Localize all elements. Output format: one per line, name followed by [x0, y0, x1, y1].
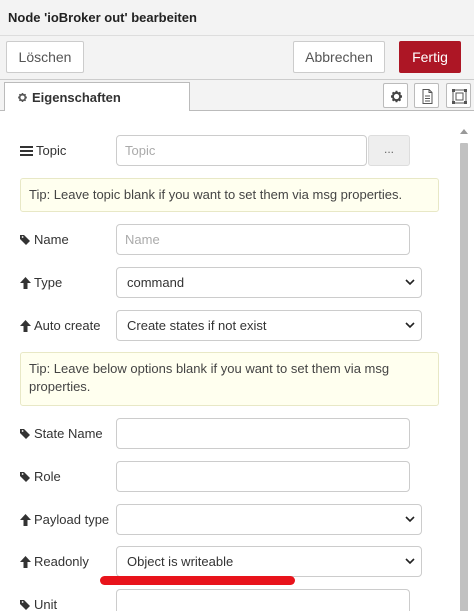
- tag-icon: [20, 472, 30, 482]
- arrow-up-icon: [20, 320, 31, 332]
- scrollbar-thumb[interactable]: [460, 143, 468, 611]
- readonly-select-value: Object is writeable: [127, 554, 234, 569]
- type-select-value: command: [127, 275, 185, 290]
- unit-input[interactable]: [116, 589, 410, 611]
- file-icon: [422, 89, 433, 104]
- state-name-input[interactable]: [116, 418, 410, 449]
- delete-button[interactable]: Löschen: [6, 41, 84, 73]
- gear-icon: [390, 90, 403, 103]
- state-name-label: State Name: [20, 426, 103, 441]
- tasks-icon: [20, 146, 33, 156]
- tab-strip: Eigenschaften: [0, 80, 474, 112]
- readonly-label: Readonly: [20, 554, 89, 569]
- arrow-up-icon: [20, 556, 31, 568]
- description-tab-button[interactable]: [414, 83, 439, 108]
- topic-label: Topic: [20, 143, 66, 158]
- dialog-button-bar: Löschen Abbrechen Fertig: [0, 36, 474, 80]
- name-placeholder: Name: [125, 232, 160, 247]
- state-name-label-text: State Name: [34, 426, 103, 441]
- red-underline-annotation: [100, 576, 295, 585]
- auto-create-label-text: Auto create: [34, 318, 101, 333]
- auto-create-select[interactable]: Create states if not exist: [116, 310, 422, 341]
- auto-create-select-value: Create states if not exist: [127, 318, 267, 333]
- arrow-up-icon: [20, 277, 31, 289]
- auto-create-label: Auto create: [20, 318, 101, 333]
- dialog-titlebar: Node 'ioBroker out' bearbeiten: [0, 0, 474, 36]
- tip-topic: Tip: Leave topic blank if you want to se…: [20, 178, 439, 212]
- settings-tab-button[interactable]: [383, 83, 408, 108]
- payload-type-label: Payload type: [20, 512, 109, 527]
- scroll-up-arrow-icon[interactable]: [460, 129, 468, 134]
- tag-icon: [20, 600, 30, 610]
- topic-expand-button[interactable]: ...: [368, 135, 410, 166]
- tip-options: Tip: Leave below options blank if you wa…: [20, 352, 439, 406]
- topic-placeholder: Topic: [125, 143, 156, 158]
- role-label: Role: [20, 469, 61, 484]
- readonly-select[interactable]: Object is writeable: [116, 546, 422, 577]
- payload-type-select[interactable]: [116, 504, 422, 535]
- tab-properties[interactable]: Eigenschaften: [4, 82, 190, 112]
- dialog-title: Node 'ioBroker out' bearbeiten: [8, 10, 197, 25]
- topic-label-text: Topic: [36, 143, 67, 158]
- unit-label-text: Unit: [34, 597, 58, 611]
- tab-properties-text: Eigenschaften: [32, 90, 121, 105]
- role-input[interactable]: [116, 461, 410, 492]
- name-input[interactable]: Name: [116, 224, 410, 255]
- gear-icon: [18, 92, 27, 103]
- chevron-down-icon: [405, 279, 415, 286]
- payload-type-label-text: Payload type: [34, 512, 110, 527]
- arrow-up-icon: [20, 514, 31, 526]
- tag-icon: [20, 429, 30, 439]
- role-label-text: Role: [34, 469, 61, 484]
- type-label-text: Type: [34, 275, 63, 290]
- readonly-label-text: Readonly: [34, 554, 89, 569]
- unit-label: Unit: [20, 597, 57, 611]
- tag-icon: [20, 235, 30, 245]
- object-group-icon: [452, 89, 467, 104]
- type-label: Type: [20, 275, 62, 290]
- name-label: Name: [20, 232, 69, 247]
- scrollbar[interactable]: [458, 123, 470, 611]
- chevron-down-icon: [405, 516, 415, 523]
- name-label-text: Name: [34, 232, 69, 247]
- chevron-down-icon: [405, 558, 415, 565]
- appearance-tab-button[interactable]: [446, 83, 471, 108]
- topic-input[interactable]: Topic: [116, 135, 367, 166]
- done-button[interactable]: Fertig: [399, 41, 461, 73]
- type-select[interactable]: command: [116, 267, 422, 298]
- tab-properties-label: Eigenschaften: [17, 90, 121, 105]
- cancel-button[interactable]: Abbrechen: [293, 41, 385, 73]
- chevron-down-icon: [405, 322, 415, 329]
